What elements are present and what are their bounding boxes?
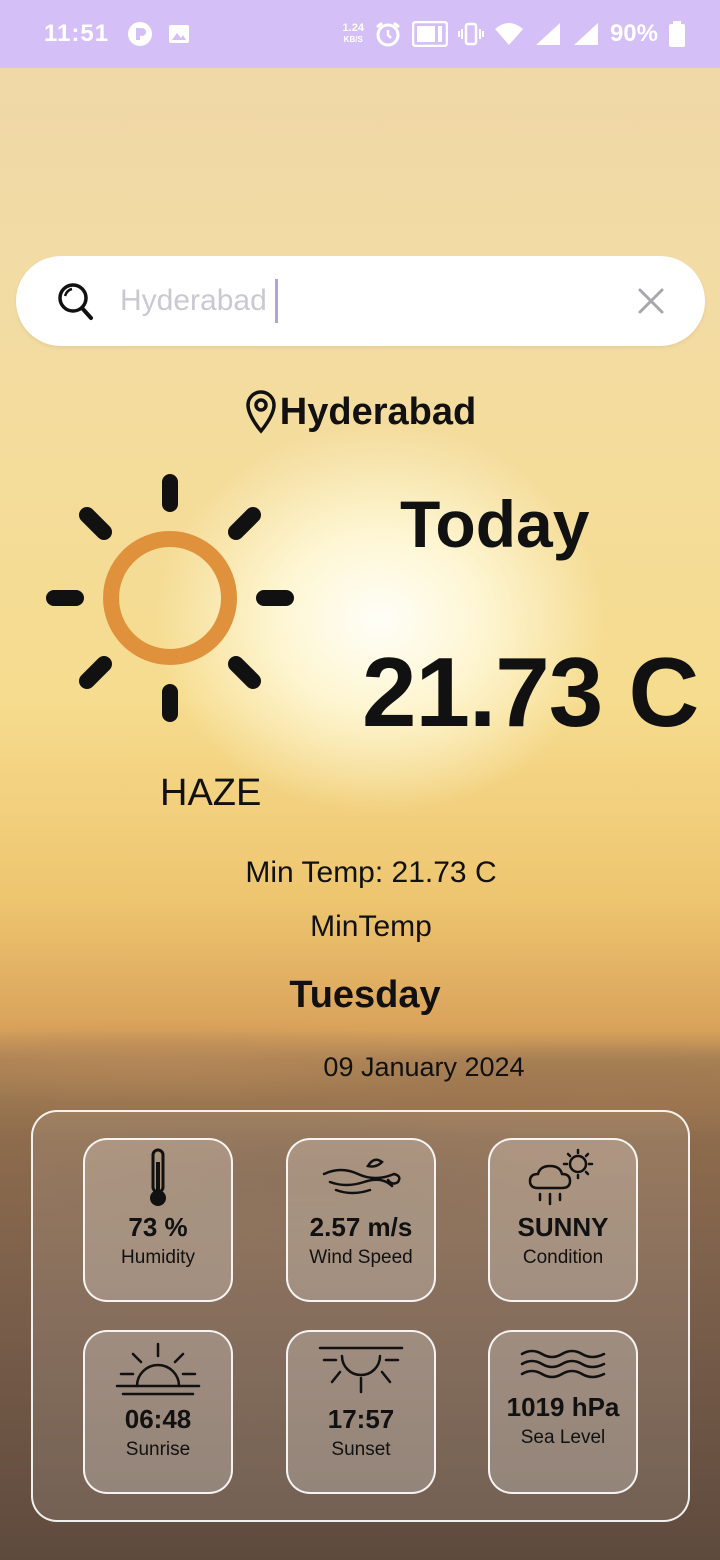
sunrise-card: 06:48 Sunrise <box>83 1330 233 1494</box>
cloud-rain-sun-icon <box>528 1148 594 1206</box>
wind-speed-value: 2.57 m/s <box>309 1212 413 1242</box>
condition-label: Condition <box>522 1247 604 1268</box>
app-notification-icon <box>128 22 153 46</box>
sunrise-value: 06:48 <box>124 1404 192 1434</box>
waves-icon <box>520 1349 606 1379</box>
wind-speed-label: Wind Speed <box>309 1247 413 1268</box>
location-pin-icon <box>246 390 276 434</box>
weather-condition: HAZE <box>160 772 262 814</box>
condition-card: SUNNY Condition <box>488 1138 638 1302</box>
condition-value: SUNNY <box>517 1212 609 1242</box>
wind-speed-card: 2.57 m/s Wind Speed <box>286 1138 436 1302</box>
weekday: Tuesday <box>289 974 441 1016</box>
network-speed: 1.24 KB/S <box>342 22 364 45</box>
current-temperature: 21.73 C <box>362 637 699 747</box>
sea-level-label: Sea Level <box>520 1427 606 1448</box>
signal-icon <box>535 23 560 45</box>
sunrise-icon <box>115 1342 201 1396</box>
alarm-icon <box>376 21 400 47</box>
date: 09 January 2024 <box>323 1052 525 1082</box>
sunset-icon <box>318 1346 404 1394</box>
wifi-icon <box>494 23 523 45</box>
battery-icon <box>669 21 685 47</box>
thermometer-icon <box>150 1148 166 1206</box>
humidity-card: 73 % Humidity <box>83 1138 233 1302</box>
humidity-label: Humidity <box>121 1247 195 1268</box>
sea-level-value: 1019 hPa <box>506 1392 620 1422</box>
vibrate-icon <box>457 22 484 46</box>
sunset-label: Sunset <box>331 1439 391 1460</box>
status-bar: 11:51 1.24 KB/S 90% <box>0 0 720 68</box>
sunset-value: 17:57 <box>327 1404 395 1434</box>
text-caret <box>274 279 278 323</box>
status-time: 11:51 <box>44 20 110 47</box>
details-panel: 73 % Humidity 2.57 m/s Wind Speed SUNNY … <box>31 1110 690 1522</box>
sunrise-label: Sunrise <box>125 1439 191 1460</box>
min-temperature-label: MinTemp <box>310 910 432 943</box>
sunset-card: 17:57 Sunset <box>286 1330 436 1494</box>
battery-percentage: 90% <box>609 20 658 47</box>
gallery-icon <box>169 25 190 43</box>
search-input-value: Hyderabad <box>120 284 267 317</box>
signal-icon-2 <box>573 23 598 45</box>
weather-screen: 11:51 1.24 KB/S 90% Hyderabad Hyderabad … <box>0 0 720 1560</box>
sea-level-card: 1019 hPa Sea Level <box>488 1330 638 1494</box>
wind-icon <box>322 1158 401 1195</box>
search-input[interactable]: Hyderabad <box>120 279 278 323</box>
day-label: Today <box>400 487 590 561</box>
humidity-value: 73 % <box>128 1212 188 1242</box>
min-temperature: Min Temp: 21.73 C <box>245 856 497 889</box>
sun-icon <box>46 474 294 722</box>
vowifi-icon <box>411 21 448 47</box>
search-icon[interactable] <box>56 281 96 321</box>
close-icon[interactable] <box>637 287 665 315</box>
location-title: Hyderabad <box>0 390 720 434</box>
search-bar[interactable]: Hyderabad <box>16 256 705 346</box>
location-name: Hyderabad <box>279 390 477 433</box>
